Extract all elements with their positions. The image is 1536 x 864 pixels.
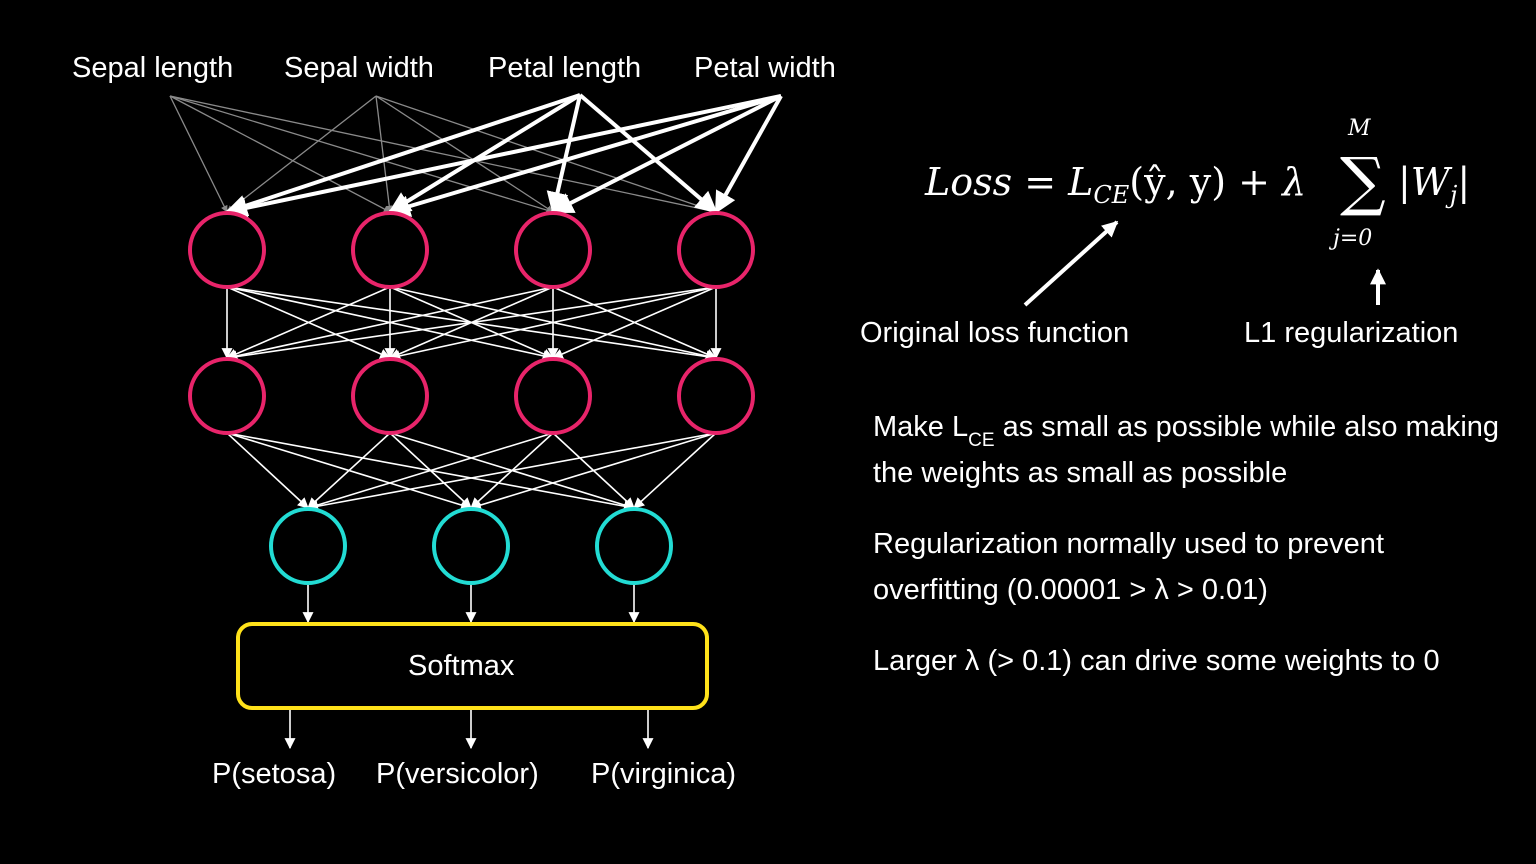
hidden2-node-0 (188, 357, 266, 435)
hidden2-node-3 (677, 357, 755, 435)
formula-sum-symbol: ∑ (1340, 145, 1386, 219)
input-label-petal-length: Petal length (488, 52, 642, 84)
loss-formula: Loss = LCE(ŷ, y) + λ (925, 160, 1306, 209)
edge-input-0-to-h1-0 (169, 95, 228, 213)
bullet-1-pre: Make L (873, 411, 969, 443)
formula-equals: = (1024, 160, 1057, 204)
output-label-virginica: P(virginica) (591, 758, 737, 790)
edge-h2-0-to-out-0 (226, 432, 309, 509)
formula-plus: + (1238, 160, 1270, 204)
hidden1-node-0 (188, 211, 266, 289)
formula-abs-term: |Wj| (1398, 160, 1470, 209)
output-node-0 (269, 507, 347, 585)
formula-sum-upper: M (1348, 116, 1371, 141)
edge-h2-3-to-out-0 (306, 432, 717, 512)
hidden1-node-1 (351, 211, 429, 289)
output-label-setosa: P(setosa) (212, 758, 337, 790)
output-node-2 (595, 507, 673, 585)
edge-h2-3-to-out-2 (633, 432, 717, 509)
annotation-arrow-original-loss (1023, 220, 1119, 307)
input-label-petal-width: Petal width (694, 52, 836, 84)
edge-input-2-to-h1-2 (546, 94, 582, 215)
bullet-3: Larger λ (> 0.1) can drive some weights … (873, 645, 1440, 677)
nodes-group (188, 211, 755, 585)
hidden1-node-3 (677, 211, 755, 289)
formula-sum-lower: j=0 (1333, 226, 1373, 251)
edge-h2-1-to-out-0 (307, 432, 391, 509)
softmax-label: Softmax (408, 650, 515, 682)
formula-lhs: Loss (925, 160, 1013, 204)
output-label-versicolor: P(versicolor) (376, 758, 539, 790)
edge-input-2-to-h1-1 (388, 93, 582, 214)
formula-ce-args: (ŷ, y) (1129, 160, 1227, 204)
hidden2-node-2 (514, 357, 592, 435)
input-label-sepal-length: Sepal length (72, 52, 234, 84)
hidden2-node-1 (351, 357, 429, 435)
annotation-l1-regularization: L1 regularization (1244, 317, 1459, 349)
hidden1-node-2 (514, 211, 592, 289)
formula-lambda: λ (1282, 160, 1307, 204)
bullet-1: Make LCE as small as possible while also… (873, 404, 1513, 496)
output-node-1 (432, 507, 510, 585)
annotation-original-loss: Original loss function (860, 317, 1130, 349)
bullet-2: Regularization normally used to prevent … (873, 528, 1384, 606)
formula-abs-close: | (1457, 160, 1471, 204)
edge-input-1-to-h1-1 (375, 95, 393, 213)
formula-ce-symbol: L (1068, 160, 1094, 204)
input-label-sepal-width: Sepal width (284, 52, 434, 84)
formula-abs-open: |W (1398, 160, 1450, 204)
bullet-1-subscript: CE (968, 430, 995, 451)
formula-ce-subscript: CE (1093, 181, 1130, 209)
